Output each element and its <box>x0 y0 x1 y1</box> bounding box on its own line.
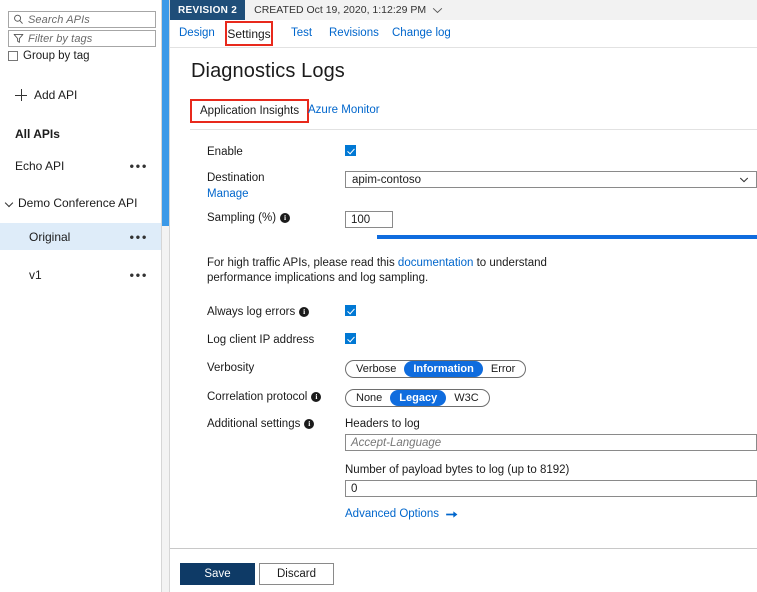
sidebar-item-echo-api[interactable]: Echo API ••• <box>0 152 161 179</box>
payload-bytes-label: Number of payload bytes to log (up to 81… <box>345 464 570 476</box>
sampling-slider-fill <box>377 234 757 239</box>
enable-checkbox[interactable] <box>345 145 356 156</box>
api-tabbar: Design Settings Test Revisions Change lo… <box>170 20 757 48</box>
row-context-menu-icon[interactable]: ••• <box>130 230 148 243</box>
revision-badge: REVISION 2 <box>170 0 246 20</box>
checkbox-box <box>8 51 18 61</box>
sidebar-item-demo-conference-api[interactable]: Demo Conference API <box>0 189 161 216</box>
headers-to-log-label: Headers to log <box>345 418 420 430</box>
tab-application-insights[interactable]: Application Insights <box>190 99 310 123</box>
sidebar-item-label: Echo API <box>15 158 65 173</box>
correlation-protocol-label: Correlation protocol i <box>207 391 322 403</box>
destination-value: apim-contoso <box>352 173 422 186</box>
info-icon[interactable]: i <box>311 392 322 402</box>
discard-button[interactable]: Discard <box>259 563 334 585</box>
sidebar-scrollbar-thumb[interactable] <box>162 0 169 226</box>
main-content: REVISION 2 CREATED Oct 19, 2020, 1:12:29… <box>170 0 757 592</box>
app-window: Search APIs Filter by tags Group by tag … <box>0 0 757 592</box>
correlation-protocol-toggle-group[interactable]: None Legacy W3C <box>345 389 490 407</box>
revision-created-info[interactable]: CREATED Oct 19, 2020, 1:12:29 PM <box>245 0 443 20</box>
payload-bytes-value: 0 <box>351 482 358 495</box>
info-icon[interactable]: i <box>280 213 291 223</box>
correlation-option-legacy[interactable]: Legacy <box>390 390 447 406</box>
additional-settings-label: Additional settings i <box>207 418 315 430</box>
log-client-ip-checkbox[interactable] <box>345 333 356 344</box>
tabbar-divider <box>170 47 757 48</box>
always-log-errors-label: Always log errors i <box>207 306 310 318</box>
sidebar-item-label: Demo Conference API <box>18 195 138 210</box>
api-sidebar: Search APIs Filter by tags Group by tag … <box>0 0 161 592</box>
enable-label: Enable <box>207 146 243 158</box>
group-by-tag-checkbox[interactable]: Group by tag <box>8 50 89 62</box>
sampling-value: 100 <box>351 213 371 226</box>
tab-settings[interactable]: Settings <box>225 21 273 46</box>
tab-test[interactable]: Test <box>291 27 312 39</box>
sampling-help-text: For high traffic APIs, please read this … <box>207 256 612 286</box>
revision-bar: REVISION 2 CREATED Oct 19, 2020, 1:12:29… <box>170 0 757 20</box>
info-icon[interactable]: i <box>304 419 315 429</box>
sampling-slider-track[interactable] <box>377 232 757 241</box>
search-input[interactable]: Search APIs <box>8 11 156 28</box>
chevron-down-icon[interactable] <box>432 7 443 14</box>
always-log-errors-checkbox[interactable] <box>345 305 356 316</box>
sidebar-item-all-apis[interactable]: All APIs <box>0 120 161 147</box>
destination-select[interactable]: apim-contoso <box>345 171 757 188</box>
search-placeholder: Search APIs <box>28 13 90 26</box>
page-title: Diagnostics Logs <box>191 60 345 82</box>
sidebar-item-original[interactable]: Original ••• <box>0 223 161 250</box>
chevron-down-icon[interactable] <box>5 198 14 207</box>
tab-change-log[interactable]: Change log <box>392 27 451 39</box>
arrow-right-icon <box>446 510 458 518</box>
plus-icon <box>15 89 27 101</box>
help-text-before: For high traffic APIs, please read this <box>207 257 398 269</box>
documentation-link[interactable]: documentation <box>398 257 473 269</box>
sidebar-item-v1[interactable]: v1 ••• <box>0 261 161 288</box>
advanced-options-link[interactable]: Advanced Options <box>345 508 459 520</box>
verbosity-label: Verbosity <box>207 362 255 374</box>
filter-placeholder: Filter by tags <box>28 32 93 45</box>
diagnostics-subtabs: Application Insights Azure Monitor <box>170 99 757 127</box>
sampling-input[interactable]: 100 <box>345 211 393 228</box>
row-context-menu-icon[interactable]: ••• <box>130 268 148 281</box>
verbosity-option-verbose[interactable]: Verbose <box>348 362 404 376</box>
filter-icon <box>13 34 24 43</box>
payload-bytes-input[interactable]: 0 <box>345 480 757 497</box>
add-api-label: Add API <box>34 88 78 102</box>
manage-link[interactable]: Manage <box>207 188 249 200</box>
row-context-menu-icon[interactable]: ••• <box>130 159 148 172</box>
headers-to-log-input[interactable]: Accept-Language <box>345 434 757 451</box>
add-api-button[interactable]: Add API <box>15 88 77 102</box>
log-client-ip-label: Log client IP address <box>207 334 315 346</box>
chevron-down-icon <box>739 177 749 183</box>
verbosity-option-information[interactable]: Information <box>404 361 483 377</box>
destination-label: Destination <box>207 172 265 184</box>
revision-created-text: CREATED Oct 19, 2020, 1:12:29 PM <box>254 4 427 16</box>
tab-azure-monitor[interactable]: Azure Monitor <box>308 104 380 116</box>
verbosity-option-error[interactable]: Error <box>483 362 523 376</box>
sidebar-item-label: Original <box>29 229 71 244</box>
sampling-label: Sampling (%) i <box>207 212 291 224</box>
search-icon <box>14 14 23 24</box>
subtabs-divider <box>190 129 757 130</box>
correlation-option-none[interactable]: None <box>348 391 390 405</box>
save-button[interactable]: Save <box>180 563 255 585</box>
footer-divider <box>170 548 757 549</box>
sidebar-item-label: All APIs <box>15 126 60 141</box>
correlation-option-w3c[interactable]: W3C <box>446 391 486 405</box>
tab-revisions[interactable]: Revisions <box>329 27 379 39</box>
sidebar-item-label: v1 <box>29 267 42 282</box>
verbosity-toggle-group[interactable]: Verbose Information Error <box>345 360 527 378</box>
group-by-tag-label: Group by tag <box>23 50 90 62</box>
info-icon[interactable]: i <box>299 307 310 317</box>
advanced-options-label: Advanced Options <box>345 508 439 520</box>
filter-tags-input[interactable]: Filter by tags <box>8 30 156 47</box>
tab-design[interactable]: Design <box>179 27 215 39</box>
